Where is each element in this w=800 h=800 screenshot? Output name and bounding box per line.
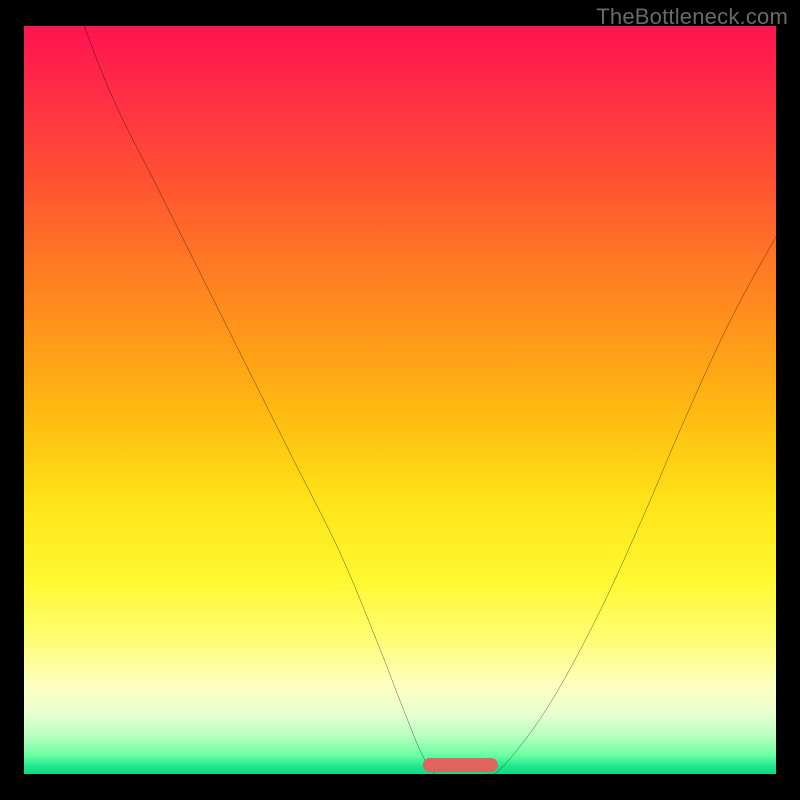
curve-svg [24, 26, 776, 778]
right-curve-path [490, 237, 776, 778]
left-curve-path [84, 26, 437, 778]
bottleneck-marker [423, 758, 498, 772]
chart-frame: TheBottleneck.com [0, 0, 800, 800]
plot-area [24, 26, 776, 774]
